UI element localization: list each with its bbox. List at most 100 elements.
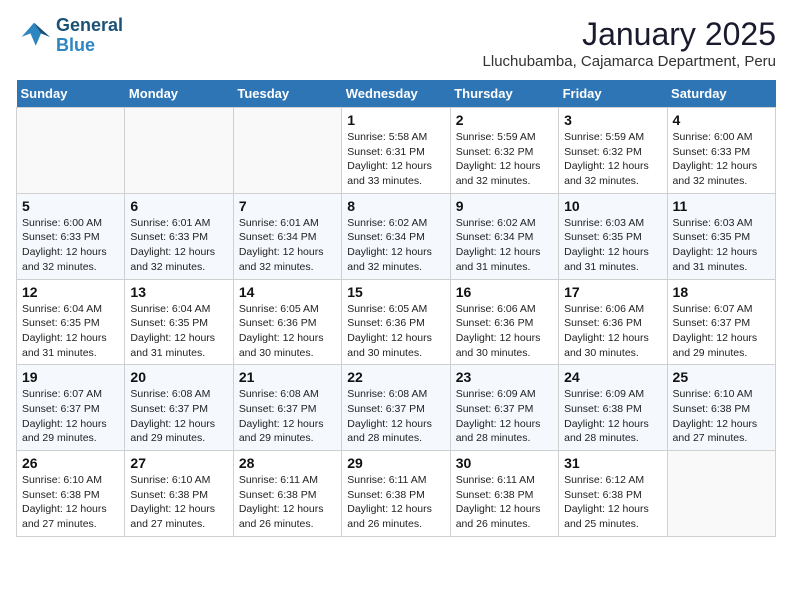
calendar-cell [667, 451, 775, 537]
day-number: 6 [130, 198, 227, 214]
day-info: Sunrise: 6:08 AM Sunset: 6:37 PM Dayligh… [347, 387, 444, 446]
calendar-cell: 24 Sunrise: 6:09 AM Sunset: 6:38 PM Dayli… [559, 365, 667, 451]
day-info: Sunrise: 6:01 AM Sunset: 6:34 PM Dayligh… [239, 216, 336, 275]
day-number: 27 [130, 455, 227, 471]
day-number: 7 [239, 198, 336, 214]
logo-line2: Blue [56, 35, 95, 55]
title-block: January 2025 Lluchubamba, Cajamarca Depa… [483, 16, 776, 70]
day-info: Sunrise: 5:58 AM Sunset: 6:31 PM Dayligh… [347, 130, 444, 189]
day-number: 24 [564, 369, 661, 385]
day-header-friday: Friday [559, 80, 667, 108]
calendar-cell: 2 Sunrise: 5:59 AM Sunset: 6:32 PM Daylig… [450, 108, 558, 194]
logo-line1: General [56, 16, 123, 36]
calendar-cell: 4Sunrise: 6:00 AM Sunset: 6:33 PM Daylig… [667, 108, 775, 194]
day-info: Sunrise: 6:11 AM Sunset: 6:38 PM Dayligh… [347, 473, 444, 532]
day-info: Sunrise: 6:10 AM Sunset: 6:38 PM Dayligh… [673, 387, 770, 446]
day-number: 9 [456, 198, 553, 214]
day-number: 12 [22, 284, 119, 300]
day-number: 22 [347, 369, 444, 385]
calendar-cell: 22 Sunrise: 6:08 AM Sunset: 6:37 PM Dayli… [342, 365, 450, 451]
day-number: 16 [456, 284, 553, 300]
calendar-cell: 13 Sunrise: 6:04 AM Sunset: 6:35 PM Dayli… [125, 279, 233, 365]
day-header-tuesday: Tuesday [233, 80, 341, 108]
logo-text: General Blue [56, 16, 123, 56]
day-number: 2 [456, 112, 553, 128]
calendar-table: SundayMondayTuesdayWednesdayThursdayFrid… [16, 80, 776, 537]
day-number: 15 [347, 284, 444, 300]
week-row-1: 1 Sunrise: 5:58 AM Sunset: 6:31 PM Daylig… [17, 108, 776, 194]
day-info: Sunrise: 6:09 AM Sunset: 6:38 PM Dayligh… [564, 387, 661, 446]
day-info: Sunrise: 6:00 AM Sunset: 6:33 PM Dayligh… [673, 130, 770, 189]
calendar-subtitle: Lluchubamba, Cajamarca Department, Peru [483, 53, 776, 70]
days-of-week-row: SundayMondayTuesdayWednesdayThursdayFrid… [17, 80, 776, 108]
calendar-cell: 15 Sunrise: 6:05 AM Sunset: 6:36 PM Dayli… [342, 279, 450, 365]
day-info: Sunrise: 6:07 AM Sunset: 6:37 PM Dayligh… [22, 387, 119, 446]
calendar-cell: 6 Sunrise: 6:01 AM Sunset: 6:33 PM Daylig… [125, 193, 233, 279]
calendar-cell: 18 Sunrise: 6:07 AM Sunset: 6:37 PM Dayli… [667, 279, 775, 365]
calendar-cell: 31 Sunrise: 6:12 AM Sunset: 6:38 PM Dayli… [559, 451, 667, 537]
week-row-4: 19Sunrise: 6:07 AM Sunset: 6:37 PM Dayli… [17, 365, 776, 451]
day-info: Sunrise: 6:12 AM Sunset: 6:38 PM Dayligh… [564, 473, 661, 532]
day-number: 28 [239, 455, 336, 471]
day-number: 8 [347, 198, 444, 214]
day-info: Sunrise: 6:06 AM Sunset: 6:36 PM Dayligh… [456, 302, 553, 361]
day-number: 25 [673, 369, 770, 385]
day-number: 31 [564, 455, 661, 471]
day-number: 17 [564, 284, 661, 300]
calendar-cell: 12 Sunrise: 6:04 AM Sunset: 6:35 PM Dayli… [17, 279, 125, 365]
day-info: Sunrise: 5:59 AM Sunset: 6:32 PM Dayligh… [456, 130, 553, 189]
day-info: Sunrise: 6:05 AM Sunset: 6:36 PM Dayligh… [239, 302, 336, 361]
day-info: Sunrise: 6:10 AM Sunset: 6:38 PM Dayligh… [22, 473, 119, 532]
calendar-cell [233, 108, 341, 194]
day-header-sunday: Sunday [17, 80, 125, 108]
day-number: 1 [347, 112, 444, 128]
day-number: 13 [130, 284, 227, 300]
calendar-cell: 29 Sunrise: 6:11 AM Sunset: 6:38 PM Dayli… [342, 451, 450, 537]
day-info: Sunrise: 6:04 AM Sunset: 6:35 PM Dayligh… [130, 302, 227, 361]
day-number: 29 [347, 455, 444, 471]
calendar-cell: 8Sunrise: 6:02 AM Sunset: 6:34 PM Daylig… [342, 193, 450, 279]
day-number: 20 [130, 369, 227, 385]
day-number: 23 [456, 369, 553, 385]
calendar-cell: 14 Sunrise: 6:05 AM Sunset: 6:36 PM Dayli… [233, 279, 341, 365]
day-info: Sunrise: 6:06 AM Sunset: 6:36 PM Dayligh… [564, 302, 661, 361]
calendar-cell: 28 Sunrise: 6:11 AM Sunset: 6:38 PM Dayli… [233, 451, 341, 537]
calendar-cell [17, 108, 125, 194]
day-info: Sunrise: 6:09 AM Sunset: 6:37 PM Dayligh… [456, 387, 553, 446]
calendar-cell: 11Sunrise: 6:03 AM Sunset: 6:35 PM Dayli… [667, 193, 775, 279]
day-info: Sunrise: 6:04 AM Sunset: 6:35 PM Dayligh… [22, 302, 119, 361]
day-info: Sunrise: 5:59 AM Sunset: 6:32 PM Dayligh… [564, 130, 661, 189]
day-info: Sunrise: 6:02 AM Sunset: 6:34 PM Dayligh… [456, 216, 553, 275]
calendar-title: January 2025 [483, 16, 776, 53]
day-info: Sunrise: 6:05 AM Sunset: 6:36 PM Dayligh… [347, 302, 444, 361]
calendar-cell: 10Sunrise: 6:03 AM Sunset: 6:35 PM Dayli… [559, 193, 667, 279]
day-info: Sunrise: 6:01 AM Sunset: 6:33 PM Dayligh… [130, 216, 227, 275]
calendar-cell: 19Sunrise: 6:07 AM Sunset: 6:37 PM Dayli… [17, 365, 125, 451]
day-number: 30 [456, 455, 553, 471]
logo-icon [16, 21, 52, 51]
day-info: Sunrise: 6:07 AM Sunset: 6:37 PM Dayligh… [673, 302, 770, 361]
day-header-wednesday: Wednesday [342, 80, 450, 108]
day-number: 3 [564, 112, 661, 128]
day-number: 26 [22, 455, 119, 471]
logo: General Blue [16, 16, 123, 56]
week-row-2: 5Sunrise: 6:00 AM Sunset: 6:33 PM Daylig… [17, 193, 776, 279]
calendar-cell: 1 Sunrise: 5:58 AM Sunset: 6:31 PM Daylig… [342, 108, 450, 194]
calendar-cell: 3 Sunrise: 5:59 AM Sunset: 6:32 PM Daylig… [559, 108, 667, 194]
day-number: 21 [239, 369, 336, 385]
calendar-cell: 27Sunrise: 6:10 AM Sunset: 6:38 PM Dayli… [125, 451, 233, 537]
day-info: Sunrise: 6:11 AM Sunset: 6:38 PM Dayligh… [239, 473, 336, 532]
week-row-5: 26 Sunrise: 6:10 AM Sunset: 6:38 PM Dayli… [17, 451, 776, 537]
calendar-cell: 30Sunrise: 6:11 AM Sunset: 6:38 PM Dayli… [450, 451, 558, 537]
calendar-cell: 23 Sunrise: 6:09 AM Sunset: 6:37 PM Dayli… [450, 365, 558, 451]
day-number: 5 [22, 198, 119, 214]
day-number: 18 [673, 284, 770, 300]
day-number: 14 [239, 284, 336, 300]
calendar-cell: 5Sunrise: 6:00 AM Sunset: 6:33 PM Daylig… [17, 193, 125, 279]
calendar-cell: 26 Sunrise: 6:10 AM Sunset: 6:38 PM Dayli… [17, 451, 125, 537]
page-header: General Blue January 2025 Lluchubamba, C… [16, 16, 776, 70]
calendar-cell: 7 Sunrise: 6:01 AM Sunset: 6:34 PM Daylig… [233, 193, 341, 279]
day-header-thursday: Thursday [450, 80, 558, 108]
day-header-saturday: Saturday [667, 80, 775, 108]
calendar-cell: 25 Sunrise: 6:10 AM Sunset: 6:38 PM Dayli… [667, 365, 775, 451]
